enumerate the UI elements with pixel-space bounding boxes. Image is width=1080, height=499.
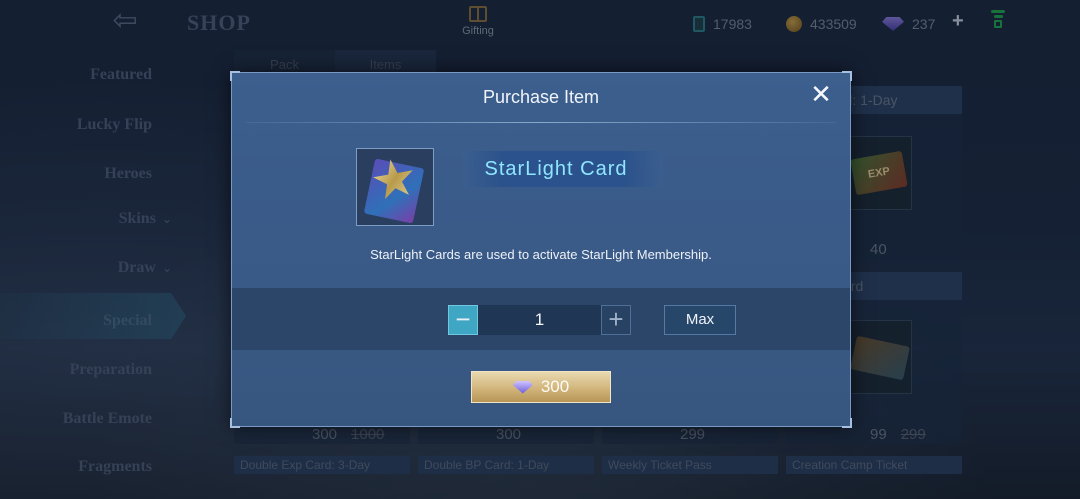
max-quantity-button[interactable]: Max bbox=[664, 305, 736, 335]
decrease-quantity-button[interactable]: − bbox=[448, 305, 478, 335]
close-icon[interactable]: ✕ bbox=[808, 82, 834, 109]
dialog-title: Purchase Item bbox=[482, 87, 600, 107]
item-description: StarLight Cards are used to activate Sta… bbox=[370, 247, 712, 262]
purchase-item-dialog: Purchase Item ✕ StarLight Card StarLight… bbox=[230, 71, 852, 428]
frame-corner bbox=[230, 71, 240, 81]
diamond-icon bbox=[512, 380, 533, 394]
frame-corner bbox=[842, 418, 852, 428]
frame-corner bbox=[842, 71, 852, 81]
purchase-button[interactable]: 300 bbox=[471, 371, 611, 403]
quantity-field[interactable]: 1 bbox=[478, 305, 601, 335]
purchase-price: 300 bbox=[540, 377, 570, 396]
divider bbox=[246, 122, 836, 123]
quantity-selector: − 1 + Max bbox=[232, 288, 850, 350]
frame-corner bbox=[230, 418, 240, 428]
increase-quantity-button[interactable]: + bbox=[601, 305, 631, 335]
item-name: StarLight Card bbox=[484, 158, 628, 180]
item-thumbnail bbox=[356, 148, 434, 226]
